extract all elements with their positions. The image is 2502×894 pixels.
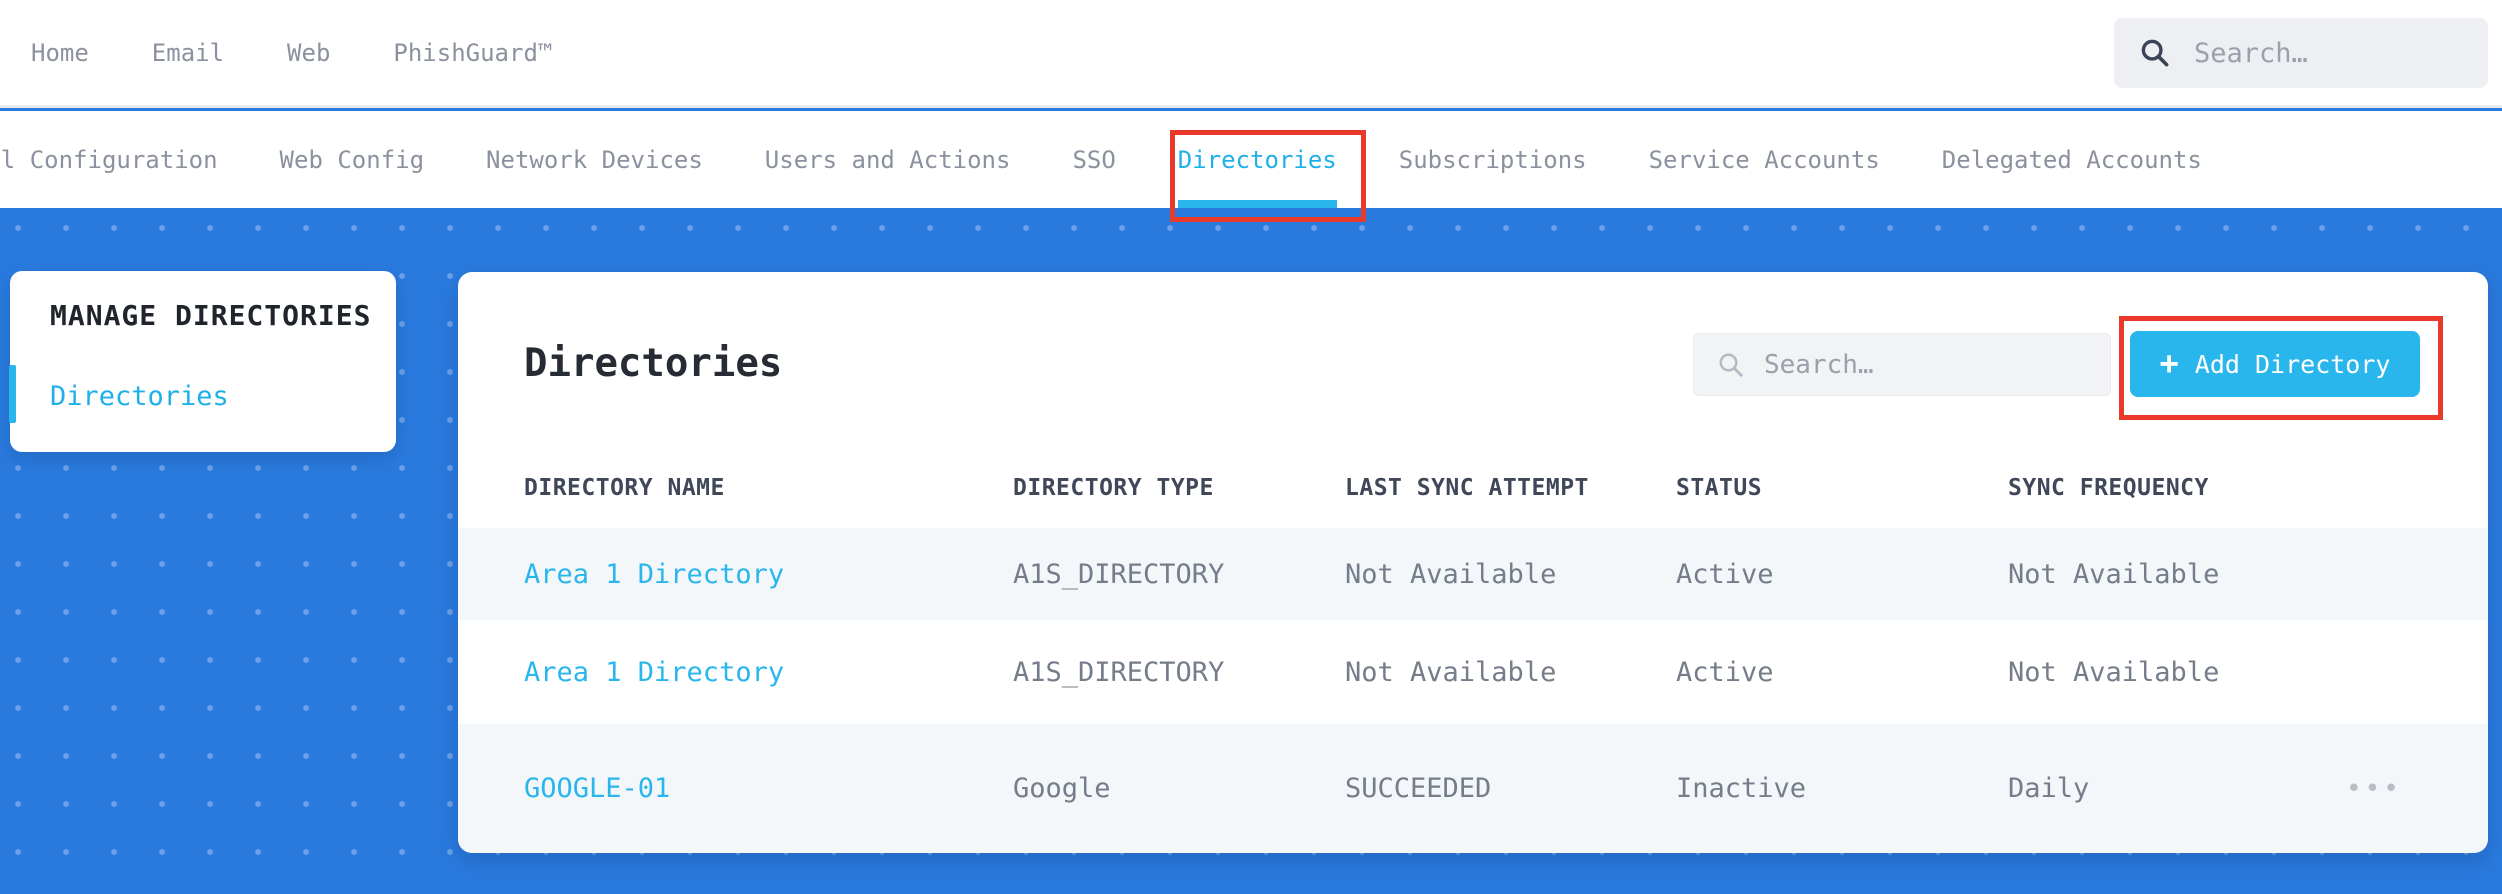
cell-last-sync-attempt: SUCCEEDED	[1345, 773, 1492, 804]
row-actions-menu-icon[interactable]: •••	[2346, 776, 2402, 802]
active-tab-underline	[1177, 200, 1337, 208]
column-status: STATUS	[1676, 475, 1763, 501]
page: Home Email Web PhishGuard™ Email Configu…	[0, 0, 2502, 894]
side-card-title: MANAGE DIRECTORIES	[50, 299, 372, 332]
cell-last-sync-attempt: Not Available	[1345, 656, 1557, 688]
top-nav-email[interactable]: Email	[152, 39, 224, 67]
tab-directories-label: Directories	[1177, 145, 1337, 174]
cell-directory-name-link[interactable]: Area 1 Directory	[524, 657, 1013, 688]
panel-search[interactable]	[1693, 333, 2111, 396]
top-nav: Home Email Web PhishGuard™	[0, 0, 2502, 108]
tab-delegated-accounts[interactable]: Delegated Accounts	[1942, 111, 2202, 208]
search-icon	[2138, 36, 2172, 70]
page-title: Directories	[524, 341, 783, 386]
add-directory-button[interactable]: + Add Directory	[2130, 331, 2420, 397]
table-header: DIRECTORY NAME DIRECTORY TYPE LAST SYNC …	[458, 448, 2488, 528]
cell-directory-type: A1S_DIRECTORY	[1013, 558, 1225, 590]
column-directory-type: DIRECTORY TYPE	[1013, 475, 1214, 501]
tab-subscriptions[interactable]: Subscriptions	[1399, 111, 1587, 208]
top-search[interactable]	[2114, 18, 2488, 88]
cell-actions: •••	[2346, 773, 2422, 804]
top-nav-web[interactable]: Web	[287, 39, 330, 67]
active-item-indicator	[9, 365, 16, 423]
table-row: Area 1 Directory A1S_DIRECTORY Not Avail…	[458, 620, 2488, 724]
cell-directory-name-link[interactable]: Area 1 Directory	[524, 559, 1013, 590]
tab-network-devices[interactable]: Network Devices	[486, 111, 703, 208]
panel-search-input[interactable]	[1764, 349, 2110, 380]
cell-directory-name-link[interactable]: GOOGLE-01	[524, 773, 1013, 804]
table-row: GOOGLE-01 Google SUCCEEDED Inactive Dail…	[458, 724, 2488, 853]
top-nav-phishguard[interactable]: PhishGuard™	[393, 39, 552, 67]
tab-sso[interactable]: SSO	[1072, 111, 1115, 208]
cell-sync-frequency: Daily	[2008, 773, 2090, 804]
tab-email-configuration[interactable]: Email Configuration	[0, 111, 218, 208]
table-row: Area 1 Directory A1S_DIRECTORY Not Avail…	[458, 528, 2488, 620]
tab-directories[interactable]: Directories	[1177, 111, 1337, 208]
add-directory-label: Add Directory	[2194, 349, 2391, 379]
tab-web-config[interactable]: Web Config	[280, 111, 425, 208]
sub-nav: Email Configuration Web Config Network D…	[0, 111, 2502, 208]
column-directory-name: DIRECTORY NAME	[524, 475, 725, 501]
cell-status: Active	[1676, 558, 1774, 590]
cell-sync-frequency: Not Available	[2008, 656, 2220, 688]
cell-last-sync-attempt: Not Available	[1345, 558, 1557, 590]
top-search-input[interactable]	[2194, 37, 2488, 69]
search-icon	[1716, 350, 1746, 380]
cell-sync-frequency: Not Available	[2008, 558, 2220, 590]
tab-users-and-actions[interactable]: Users and Actions	[765, 111, 1011, 208]
column-last-sync-attempt: LAST SYNC ATTEMPT	[1345, 475, 1589, 501]
tab-service-accounts[interactable]: Service Accounts	[1649, 111, 1880, 208]
plus-icon: +	[2159, 344, 2179, 382]
top-nav-home[interactable]: Home	[31, 39, 89, 67]
manage-directories-card: MANAGE DIRECTORIES Directories	[9, 271, 396, 452]
sidebar-item-directories[interactable]: Directories	[50, 381, 229, 412]
cell-status: Active	[1676, 656, 1774, 688]
cell-directory-type: Google	[1013, 773, 1111, 804]
column-sync-frequency: SYNC FREQUENCY	[2008, 475, 2209, 501]
cell-status: Inactive	[1676, 773, 1807, 804]
directories-panel: Directories + Add Directory DIRECTORY NA…	[458, 272, 2488, 853]
cell-directory-type: A1S_DIRECTORY	[1013, 656, 1225, 688]
